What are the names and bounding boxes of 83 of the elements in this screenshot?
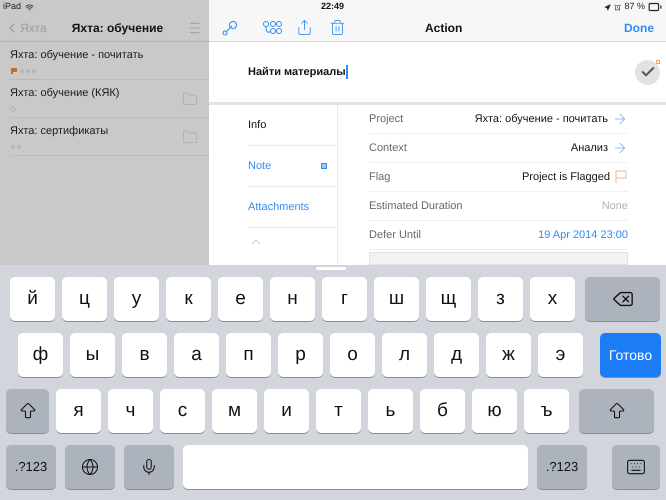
link-icon[interactable]	[222, 20, 238, 36]
location-icon	[604, 4, 612, 10]
key[interactable]: к	[166, 277, 211, 321]
field-value: None	[602, 198, 628, 214]
complete-button[interactable]	[635, 60, 660, 84]
key[interactable]: р	[278, 333, 323, 377]
key[interactable]: в	[122, 333, 167, 377]
wifi-icon	[25, 2, 34, 12]
field-label: Flag	[369, 170, 390, 185]
key[interactable]: м	[212, 389, 257, 433]
key[interactable]: щ	[426, 277, 471, 321]
key[interactable]: ц	[62, 277, 107, 321]
key[interactable]: л	[382, 333, 427, 377]
action-name-field[interactable]: Найти материалы	[248, 64, 635, 80]
field-label: Context	[369, 140, 407, 156]
nodes-icon[interactable]	[262, 20, 282, 36]
numbers-key[interactable]: .?123	[6, 445, 56, 489]
key[interactable]: у	[114, 277, 159, 321]
key[interactable]: й	[10, 277, 55, 321]
keyboard-icon	[626, 457, 646, 477]
key[interactable]: с	[160, 389, 205, 433]
shift-key[interactable]	[6, 389, 49, 433]
field-row[interactable]: Estimated Duration None	[369, 192, 628, 221]
key[interactable]: з	[478, 277, 523, 321]
key[interactable]: б	[420, 389, 465, 433]
key[interactable]: э	[538, 333, 583, 377]
field-label: Project	[369, 112, 404, 127]
section-tab[interactable]: Info	[248, 105, 337, 146]
key[interactable]: о	[330, 333, 375, 377]
key[interactable]: ж	[486, 333, 531, 377]
field-row[interactable]: Flag Project is Flagged	[369, 163, 628, 192]
key[interactable]: ю	[472, 389, 517, 433]
field-value: Project is Flagged	[522, 170, 610, 185]
battery-percent: 87 %	[624, 0, 645, 14]
flag-icon[interactable]	[614, 170, 628, 184]
shift-icon	[606, 401, 626, 421]
hide-keyboard-key[interactable]	[612, 445, 660, 489]
key[interactable]: ф	[18, 333, 63, 377]
alarm-icon	[614, 4, 622, 10]
field-row[interactable]: Context Анализ	[369, 134, 628, 163]
clock-time: 22:49	[321, 0, 344, 14]
sidebar-title: Яхта: обучение	[70, 20, 164, 36]
battery-icon	[648, 0, 662, 14]
share-icon[interactable]	[296, 19, 313, 36]
globe-icon	[81, 458, 99, 476]
key[interactable]: г	[322, 277, 367, 321]
key[interactable]: ы	[70, 333, 115, 377]
ring-icon	[10, 106, 16, 112]
key[interactable]: ь	[368, 389, 413, 433]
key[interactable]: д	[434, 333, 479, 377]
field-label: Estimated Duration	[369, 198, 463, 214]
shift-icon	[18, 401, 38, 421]
field-row[interactable]: Defer Until 19 Apr 2014 23:00	[369, 221, 628, 250]
key[interactable]: а	[174, 333, 219, 377]
globe-key[interactable]	[65, 445, 115, 489]
key[interactable]: е	[218, 277, 263, 321]
key[interactable]: я	[56, 389, 101, 433]
key[interactable]: т	[316, 389, 361, 433]
detail-title: Action	[425, 20, 462, 36]
key[interactable]: и	[264, 389, 309, 433]
key[interactable]: п	[226, 333, 271, 377]
project-title: Яхта: обучение (КЯК)	[10, 86, 120, 101]
done-key[interactable]: Готово	[600, 333, 661, 377]
microphone-icon	[140, 458, 158, 476]
field-value: 19 Apr 2014 23:00	[538, 228, 628, 243]
key[interactable]: ш	[374, 277, 419, 321]
project-title: Яхта: сертификаты	[10, 124, 108, 139]
key[interactable]: н	[270, 277, 315, 321]
key[interactable]: ч	[108, 389, 153, 433]
delete-key[interactable]	[585, 277, 660, 321]
grabber-handle[interactable]	[316, 267, 346, 270]
field-value: Анализ	[570, 140, 608, 156]
field-row[interactable]: Project Яхта: обучение - почитать	[369, 105, 628, 134]
field-label: Defer Until	[369, 228, 421, 243]
flag-dots-icon	[10, 68, 38, 74]
microphone-key[interactable]	[124, 445, 174, 489]
trash-icon[interactable]	[329, 19, 346, 36]
device-name: iPad	[3, 0, 22, 14]
numbers-key[interactable]: .?123	[537, 445, 587, 489]
project-title: Яхта: обучение - почитать	[10, 48, 144, 63]
key[interactable]: ъ	[524, 389, 569, 433]
field-value: Яхта: обучение - почитать	[474, 112, 608, 127]
key[interactable]: х	[530, 277, 575, 321]
